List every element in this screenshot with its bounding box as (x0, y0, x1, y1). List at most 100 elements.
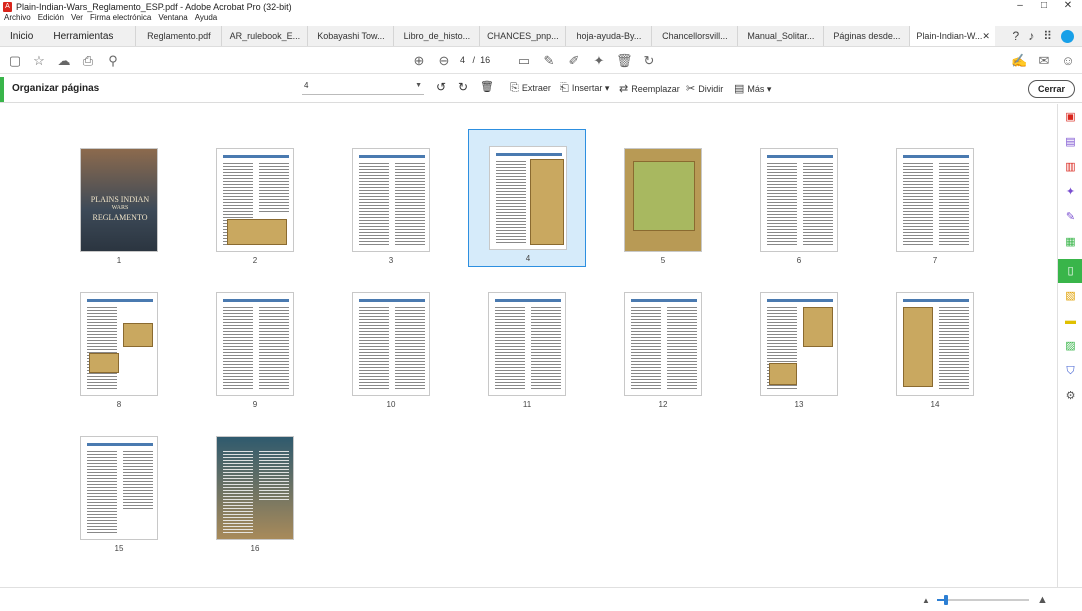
page-thumbnail-10[interactable]: 10 (332, 276, 450, 414)
close-organize-button[interactable]: Cerrar (1028, 80, 1075, 98)
page-thumbnail-16[interactable]: 16 (196, 420, 314, 558)
page-range-select[interactable]: 4 ▼ (302, 81, 424, 95)
bell-icon[interactable]: ♪ (1028, 29, 1034, 43)
cover-title: PLAINS INDIAN WARS REGLAMENTO (81, 195, 157, 222)
mail-icon[interactable]: ✉ (1036, 53, 1052, 69)
doc-tab[interactable]: Manual_Solitar... (737, 26, 823, 46)
doc-tab[interactable]: Chancellorsvill... (651, 26, 737, 46)
create-pdf-icon[interactable]: ▤ (1063, 135, 1078, 150)
menu-archivo[interactable]: Archivo (4, 13, 31, 25)
rotate-right-button[interactable]: ↻ (458, 80, 468, 94)
comment-rail-icon[interactable]: ▬ (1063, 314, 1078, 329)
share-icon[interactable]: ☺ (1060, 53, 1076, 68)
doc-tab[interactable]: CHANCES_pnp... (479, 26, 565, 46)
sign-pen-icon[interactable]: ✎ (1063, 210, 1078, 225)
pdf-app-icon: A (3, 1, 12, 12)
page-thumbnail-5[interactable]: 5 (604, 132, 722, 270)
menu-ayuda[interactable]: Ayuda (195, 13, 218, 25)
page-thumbnail-6[interactable]: 6 (740, 132, 858, 270)
page-thumbnail-1[interactable]: PLAINS INDIAN WARS REGLAMENTO 1 (60, 132, 178, 270)
print-production-icon[interactable]: ▨ (1063, 339, 1078, 354)
more-tools-icon[interactable]: ⚙ (1063, 389, 1078, 404)
page-preview (896, 292, 974, 396)
page-thumbnail-3[interactable]: 3 (332, 132, 450, 270)
export-pdf-icon[interactable]: ▣ (1063, 110, 1078, 125)
draw-icon[interactable]: ✐ (566, 53, 582, 69)
page-thumbnail-15[interactable]: 15 (60, 420, 178, 558)
organize-pages-icon[interactable]: ▯ (1058, 259, 1082, 283)
apps-grid-icon[interactable]: ⠿ (1043, 29, 1052, 43)
menu-ventana[interactable]: Ventana (158, 13, 187, 25)
close-tab-icon[interactable]: ✕ (982, 31, 990, 42)
more-button[interactable]: ▤ Más ▾ (734, 82, 771, 95)
page-thumbnail-grid: PLAINS INDIAN WARS REGLAMENTO 1 2 3 4 5 … (0, 104, 1057, 587)
page-thumbnail-9[interactable]: 9 (196, 276, 314, 414)
doc-tab[interactable]: AR_rulebook_E... (221, 26, 307, 46)
page-number: 15 (114, 544, 124, 553)
page-thumbnail-13[interactable]: 13 (740, 276, 858, 414)
page-thumbnail-7[interactable]: 7 (876, 132, 994, 270)
page-thumbnail-11[interactable]: 11 (468, 276, 586, 414)
menu-edicion[interactable]: Edición (38, 13, 64, 25)
zoom-out-mountain-icon[interactable]: ▲ (922, 596, 930, 605)
doc-tab-active[interactable]: Plain-Indian-W... ✕ (909, 26, 996, 46)
comment-icon[interactable]: ▭ (516, 53, 532, 69)
tab-herramientas[interactable]: Herramientas (43, 26, 135, 46)
split-button[interactable]: ✂ Dividir (686, 82, 723, 95)
page-thumbnail-14[interactable]: 14 (876, 276, 994, 414)
page-thumbnail-8[interactable]: 8 (60, 276, 178, 414)
page-preview (488, 292, 566, 396)
rotate-left-button[interactable]: ↺ (436, 80, 446, 94)
zoom-slider-handle[interactable] (944, 595, 949, 605)
menu-firma[interactable]: Firma electrónica (90, 13, 151, 25)
doc-tab[interactable]: Reglamento.pdf (135, 26, 221, 46)
zoom-in-mountain-icon[interactable]: ▲ (1037, 594, 1048, 606)
doc-tab[interactable]: Páginas desde... (823, 26, 909, 46)
account-tools: ? ♪ ⠿ (1013, 26, 1082, 46)
tab-inicio[interactable]: Inicio (0, 26, 43, 46)
doc-tab[interactable]: Libro_de_histo... (393, 26, 479, 46)
search-icon[interactable]: ⚲ (105, 53, 121, 69)
page-up-icon[interactable]: ⊕ (411, 53, 427, 69)
page-down-icon[interactable]: ⊖ (436, 53, 452, 69)
combine-icon[interactable]: ▦ (1063, 235, 1078, 250)
page-preview (352, 148, 430, 252)
close-window-button[interactable]: ✕ (1058, 0, 1078, 11)
page-thumbnail-12[interactable]: 12 (604, 276, 722, 414)
page-number: 13 (794, 400, 804, 409)
menu-ver[interactable]: Ver (71, 13, 83, 25)
edit-pdf-icon[interactable]: ▥ (1063, 160, 1078, 175)
replace-button[interactable]: ⇄ Reemplazar (619, 82, 680, 95)
delete-icon[interactable]: 🗑 (616, 53, 633, 69)
fill-sign-icon[interactable]: ✦ (1063, 185, 1078, 200)
upload-cloud-icon[interactable]: ☁ (56, 53, 72, 69)
tab-bar: Inicio Herramientas Reglamento.pdf AR_ru… (0, 26, 1082, 47)
stamp-icon[interactable]: ✦ (591, 53, 607, 69)
help-icon[interactable]: ? (1013, 29, 1020, 43)
doc-tab[interactable]: Kobayashi Tow... (307, 26, 393, 46)
page-preview (624, 148, 702, 252)
current-page-input[interactable]: 4 (460, 55, 465, 65)
delete-pages-button[interactable]: 🗑 (480, 80, 494, 93)
page-indicator: 4 / 16 (460, 55, 490, 65)
highlight-pen-icon[interactable]: ✎ (541, 53, 557, 69)
scan-icon[interactable]: ▧ (1063, 289, 1078, 304)
avatar[interactable] (1061, 29, 1074, 43)
rotate-icon[interactable]: ↻ (641, 53, 657, 69)
minimize-button[interactable]: – (1010, 0, 1030, 11)
page-number: 12 (658, 400, 668, 409)
replace-icon: ⇄ (619, 83, 629, 95)
page-thumbnail-2[interactable]: 2 (196, 132, 314, 270)
sign-icon[interactable]: ✍ (1011, 53, 1027, 69)
maximize-button[interactable]: □ (1034, 0, 1054, 11)
extract-button[interactable]: ⎘ Extraer (510, 82, 551, 95)
zoom-slider[interactable] (937, 595, 1029, 605)
protect-shield-icon[interactable]: ⛉ (1063, 364, 1078, 379)
print-icon[interactable]: ⎙ (80, 53, 96, 69)
insert-button[interactable]: ⎗ Insertar ▾ (560, 82, 609, 95)
extract-label: Extraer (521, 83, 551, 93)
star-icon[interactable]: ☆ (31, 53, 47, 69)
save-icon[interactable]: ▢ (7, 53, 23, 69)
page-thumbnail-4[interactable]: 4 (468, 129, 586, 267)
doc-tab[interactable]: hoja-ayuda-By... (565, 26, 651, 46)
